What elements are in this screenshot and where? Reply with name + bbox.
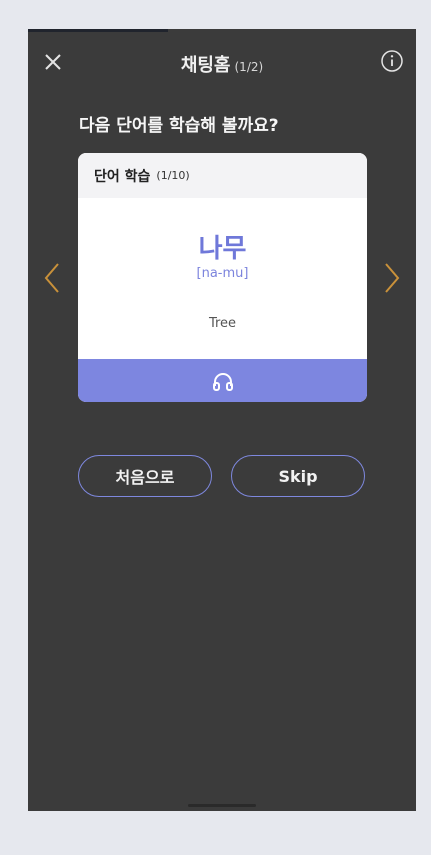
- word-card: 단어 학습 (1/10) 나무 [na-mu] Tree: [78, 153, 367, 402]
- play-audio-button[interactable]: [78, 359, 367, 402]
- info-button[interactable]: [380, 49, 404, 73]
- chevron-right-icon: [385, 263, 400, 293]
- previous-card-button[interactable]: [42, 261, 62, 295]
- title-text: 채팅홈: [180, 55, 231, 76]
- headphones-icon: [212, 372, 233, 391]
- home-indicator: [188, 804, 256, 807]
- info-icon: [381, 50, 403, 72]
- app-screen: 채팅홈 (1/2) 다음 단어를 학습해 볼까요? 단어 학습 (1/10) 나무…: [28, 29, 416, 811]
- top-bar: 채팅홈 (1/2): [28, 43, 416, 83]
- korean-word: 나무: [198, 234, 247, 264]
- romanization: [na-mu]: [196, 266, 249, 281]
- question-text: 다음 단어를 학습해 볼까요?: [79, 116, 279, 136]
- progress-bar: [28, 29, 416, 32]
- chevron-left-icon: [44, 263, 59, 293]
- card-header: 단어 학습 (1/10): [78, 153, 367, 198]
- card-section-title: 단어 학습: [94, 168, 151, 185]
- page-title: 채팅홈 (1/2): [28, 51, 416, 77]
- word-meaning: Tree: [208, 316, 237, 331]
- next-card-button[interactable]: [382, 261, 402, 295]
- restart-button[interactable]: 처음으로: [78, 455, 212, 497]
- title-page-count: (1/2): [234, 60, 264, 74]
- card-count: (1/10): [156, 169, 190, 182]
- progress-fill: [28, 29, 168, 32]
- skip-button[interactable]: Skip: [231, 455, 365, 497]
